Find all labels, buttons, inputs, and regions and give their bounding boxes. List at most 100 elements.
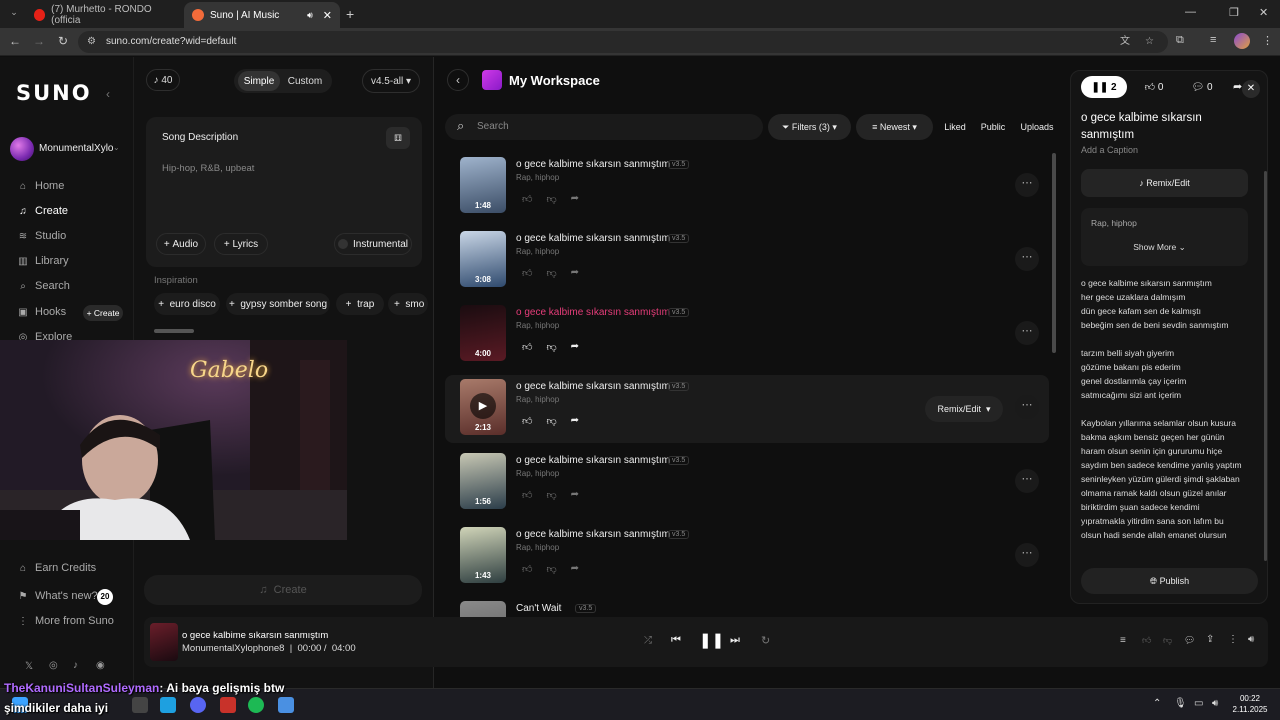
inspiration-tag[interactable]: + trap xyxy=(336,293,384,315)
public-filter-chip[interactable]: Public xyxy=(977,114,1009,140)
song-row[interactable]: 1:56 o gece kalbime sıkarsın sanmıştım v3.… xyxy=(445,449,1049,517)
shuffle-icon[interactable]: ⤮ xyxy=(644,635,652,646)
thumbs-down-icon[interactable]: 👎︎ xyxy=(546,341,556,353)
remix-edit-button[interactable]: ♪ Remix/Edit xyxy=(1081,169,1248,197)
song-title[interactable]: o gece kalbime sıkarsın sanmıştım xyxy=(516,529,670,540)
user-menu-chevron-icon[interactable]: ⌄ xyxy=(113,143,120,152)
song-title[interactable]: Can't Wait xyxy=(516,603,561,614)
now-playing-cover[interactable] xyxy=(150,623,178,661)
clock[interactable]: 00:22 2.11.2025 xyxy=(1232,693,1268,715)
create-button[interactable]: ♫ Create xyxy=(144,575,422,605)
next-icon[interactable]: ⏭︎ xyxy=(730,634,740,647)
song-title[interactable]: o gece kalbime sıkarsın sanmıştım xyxy=(516,307,670,318)
song-row[interactable]: 1:48 o gece kalbime sıkarsın sanmıştım v3.… xyxy=(445,153,1049,221)
more-options-icon[interactable]: ⋯ xyxy=(1015,321,1039,345)
now-playing-title[interactable]: o gece kalbime sıkarsın sanmıştım xyxy=(182,630,328,641)
sidebar-item-create[interactable]: ♫ Create xyxy=(18,205,68,217)
close-tab-icon[interactable]: ✕ xyxy=(323,9,332,22)
more-options-icon[interactable]: ⋯ xyxy=(1015,247,1039,271)
uploads-filter-chip[interactable]: Uploads xyxy=(1017,114,1057,140)
song-title[interactable]: o gece kalbime sıkarsın sanmıştım xyxy=(516,159,670,170)
song-genre[interactable]: Rap, hiphop xyxy=(516,321,559,330)
minimize-icon[interactable]: — xyxy=(1185,6,1196,18)
filters-button[interactable]: ⏷ Filters (3) ▾ xyxy=(768,114,851,140)
sort-button[interactable]: ≡ Newest ▾ xyxy=(856,114,933,140)
share-icon[interactable]: ➦ xyxy=(571,489,579,501)
song-cover[interactable]: ▶ 2:13 xyxy=(460,379,506,435)
forward-icon[interactable]: → xyxy=(30,34,48,48)
close-window-icon[interactable]: ✕ xyxy=(1259,6,1268,19)
new-tab-button[interactable]: + xyxy=(346,6,354,22)
pause-button[interactable]: ❚❚ xyxy=(699,631,724,649)
song-genre[interactable]: Rap, hiphop xyxy=(516,247,559,256)
more-options-icon[interactable]: ⋯ xyxy=(1015,395,1039,419)
song-title[interactable]: o gece kalbime sıkarsın sanmıştım xyxy=(516,381,670,392)
extensions-icon[interactable]: ⧉ xyxy=(1176,34,1184,47)
discord-icon[interactable]: ◉ xyxy=(96,660,105,671)
more-icon[interactable]: ⋮ xyxy=(1228,634,1238,645)
mode-simple-button[interactable]: Simple xyxy=(238,71,280,91)
instrumental-toggle[interactable]: Instrumental xyxy=(334,233,412,255)
translate-icon[interactable]: 文 xyxy=(1120,31,1130,53)
song-genre[interactable]: Rap, hiphop xyxy=(516,543,559,552)
suno-logo[interactable]: SUNO xyxy=(16,81,92,105)
queue-icon[interactable]: ≡ xyxy=(1120,635,1126,646)
play-count-button[interactable]: ❚❚ 2 xyxy=(1081,76,1127,98)
comment-icon[interactable]: 💬︎ xyxy=(1184,635,1195,646)
bookmark-star-icon[interactable]: ☆ xyxy=(1145,31,1154,53)
song-cover[interactable]: 1:43 xyxy=(460,527,506,583)
song-cover[interactable]: 1:48 xyxy=(460,157,506,213)
song-cover[interactable]: 1:56 xyxy=(460,453,506,509)
sidebar-item-search[interactable]: ⌕ Search xyxy=(18,280,70,292)
thumbs-up-icon[interactable]: 👍︎ xyxy=(1142,635,1151,646)
add-caption-link[interactable]: Add a Caption xyxy=(1081,145,1138,155)
dice-icon[interactable]: ⚅ xyxy=(386,127,410,149)
thumbs-up-icon[interactable]: 👍︎ xyxy=(522,563,532,575)
model-select[interactable]: v4.5-all ▾ xyxy=(362,69,420,93)
inspiration-tag[interactable]: + smo xyxy=(388,293,428,315)
show-more-button[interactable]: Show More ⌄ xyxy=(1081,242,1238,253)
song-description-input[interactable]: Hip-hop, R&B, upbeat xyxy=(154,155,414,225)
close-icon[interactable]: ✕ xyxy=(1242,80,1260,98)
share-icon[interactable]: ➦ xyxy=(571,415,579,427)
play-icon[interactable]: ▶ xyxy=(470,393,496,419)
publish-button[interactable]: 🌐︎ Publish xyxy=(1081,568,1258,594)
username[interactable]: MonumentalXylo xyxy=(39,143,113,154)
thumbs-down-icon[interactable]: 👎︎ xyxy=(546,415,556,427)
tab-search-icon[interactable]: ⌄ xyxy=(6,7,22,21)
song-genre[interactable]: Rap, hiphop xyxy=(516,173,559,182)
tab-suno[interactable]: Suno | AI Music 🔊︎ ✕ xyxy=(184,2,340,28)
speaker-icon[interactable]: 🔊︎ xyxy=(1212,698,1218,709)
search-input[interactable]: ⌕ Search xyxy=(445,114,763,140)
comment-button[interactable]: 💬︎ 0 xyxy=(1181,76,1223,98)
sidebar-item-studio[interactable]: ≋ Studio xyxy=(18,230,66,242)
site-info-icon[interactable]: ⚙ xyxy=(87,31,96,53)
add-audio-button[interactable]: + Audio xyxy=(156,233,206,255)
tab-youtube[interactable]: (7) Murhetto - RONDO (officia xyxy=(26,2,182,28)
thumbs-up-icon[interactable]: 👍︎ xyxy=(522,415,532,427)
previous-icon[interactable]: ⏮︎ xyxy=(671,634,681,647)
share-icon[interactable]: ➦ xyxy=(571,193,579,205)
thumbs-down-icon[interactable]: 👎︎ xyxy=(546,563,556,575)
share-icon[interactable]: ➦ xyxy=(571,563,579,575)
more-from-suno-link[interactable]: ⋮ More from Suno xyxy=(18,615,114,627)
browser-menu-icon[interactable]: ⋮ xyxy=(1262,34,1273,47)
whats-new-link[interactable]: ⚑ What's new? xyxy=(18,590,98,602)
share-icon[interactable]: ➦ xyxy=(571,267,579,279)
add-lyrics-button[interactable]: + Lyrics xyxy=(214,233,268,255)
x-social-icon[interactable]: 𝕏 xyxy=(25,661,33,672)
back-icon[interactable]: ‹ xyxy=(447,69,469,91)
more-options-icon[interactable]: ⋯ xyxy=(1015,543,1039,567)
sidebar-item-library[interactable]: ▥ Library xyxy=(18,255,68,267)
song-row[interactable]: 3:08 o gece kalbime sıkarsın sanmıştım v3.… xyxy=(445,227,1049,295)
mic-icon[interactable]: 🎙︎ xyxy=(1174,698,1187,709)
inspiration-tag[interactable]: + euro disco xyxy=(154,293,220,315)
tray-chevron-icon[interactable]: ⌃ xyxy=(1153,698,1161,709)
like-button[interactable]: 👍︎ 0 xyxy=(1133,76,1175,98)
liked-filter-chip[interactable]: Liked xyxy=(939,114,971,140)
song-title[interactable]: o gece kalbime sıkarsın sanmıştım xyxy=(516,233,670,244)
song-row[interactable]: 4:00 o gece kalbime sıkarsın sanmıştım v3.… xyxy=(445,301,1049,369)
song-row[interactable]: 1:43 o gece kalbime sıkarsın sanmıştım v3.… xyxy=(445,523,1049,591)
thumbs-down-icon[interactable]: 👎︎ xyxy=(546,267,556,279)
scroll-thumb[interactable] xyxy=(154,329,194,333)
